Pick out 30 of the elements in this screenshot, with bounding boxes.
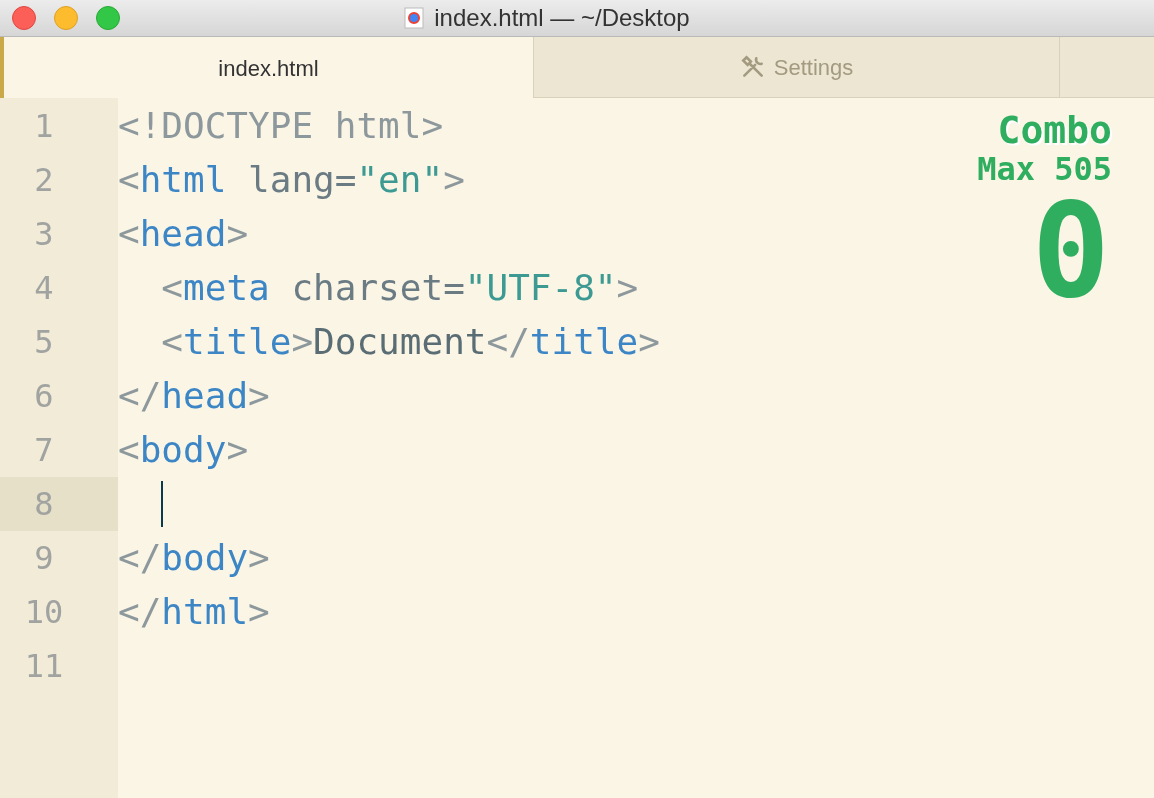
combo-title: Combo [997,108,1112,152]
window-title: index.html — ~/Desktop [434,3,690,33]
combo-count: 0 [1031,186,1110,316]
code-line: </body> [118,536,270,580]
tab[interactable]: index.html [0,37,533,99]
line-number: 5 [33,322,55,363]
code-line: <html lang="en"> [118,158,465,202]
line-number: 10 [23,592,65,633]
minimize-button[interactable] [54,6,78,30]
code-line: <!DOCTYPE html> [118,104,444,148]
document-icon [404,7,425,29]
line-number: 11 [23,646,65,687]
code-line: <meta charset="UTF-8"> [160,266,639,310]
line-number: 8 [0,477,118,531]
code-line: <title>Document</title> [160,320,660,364]
line-number: 4 [33,268,55,309]
code-line: </html> [118,590,270,634]
code-line: </head> [118,374,270,418]
code-line: <head> [118,212,249,256]
tools-icon [739,54,766,80]
line-number: 3 [33,214,55,255]
zoom-button[interactable] [96,6,120,30]
code-line: <body> [118,428,249,472]
line-number: 7 [33,430,55,471]
line-number: 1 [33,106,55,147]
line-number: 2 [33,160,55,201]
line-number: 6 [33,376,55,417]
line-number: 9 [33,538,55,579]
combo-max: Max 505 [977,152,1112,186]
close-button[interactable] [12,6,36,30]
